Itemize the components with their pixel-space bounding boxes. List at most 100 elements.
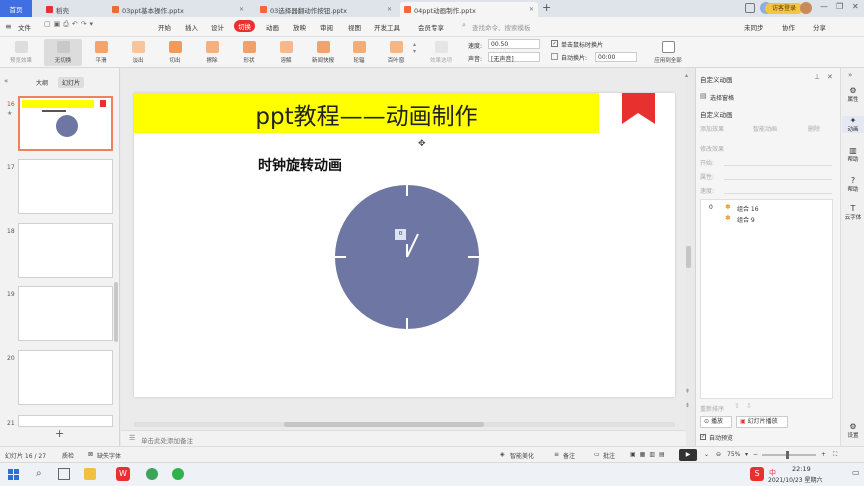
zoom-level[interactable]: 75% — [727, 451, 740, 458]
delete-button[interactable]: 删除 — [808, 124, 820, 133]
sidebar-cloud-font[interactable]: T 云字体 — [842, 204, 864, 221]
notes-toggle[interactable]: 备注 — [563, 451, 575, 460]
share-button[interactable]: 分享 — [813, 22, 826, 32]
menu-developer[interactable]: 开发工具 — [374, 22, 400, 32]
zoom-plus-icon[interactable]: + — [821, 451, 826, 458]
expand-icon[interactable]: » — [848, 71, 852, 79]
slide-thumb-17[interactable] — [18, 159, 113, 214]
effect-fade[interactable]: 淡出 — [125, 39, 151, 66]
effect-shape[interactable]: 形状 — [236, 39, 262, 66]
file-explorer-icon[interactable] — [84, 468, 96, 480]
clock-time[interactable]: 22:19 — [792, 465, 811, 473]
zoom-out-icon[interactable]: ⊖ — [716, 451, 721, 458]
tab-outline[interactable]: 大纲 — [36, 78, 48, 87]
slide-thumb-21[interactable] — [18, 415, 113, 427]
fit-window-icon[interactable]: ⛶ — [833, 451, 837, 459]
h-scroll-thumb[interactable] — [284, 422, 484, 427]
scroll-up-icon[interactable]: ▴ — [685, 72, 688, 79]
preview-effect-button[interactable]: 预览效果 — [8, 39, 34, 66]
search-taskbar-icon[interactable]: ⌕ — [36, 468, 42, 479]
pin-icon[interactable]: ⊥ — [814, 73, 820, 81]
tab-slides[interactable]: 幻灯片 — [58, 77, 85, 88]
menu-member[interactable]: 会员专享 — [418, 22, 444, 32]
menu-transition[interactable]: 切换 — [234, 20, 255, 32]
auto-preview-checkbox[interactable]: ✓ — [700, 434, 706, 440]
missing-font[interactable]: 缺失字体 — [97, 451, 121, 460]
slideshow-button[interactable]: ▣ 幻灯片播放 — [736, 416, 788, 428]
wps-icon[interactable]: W — [116, 467, 130, 481]
close-icon[interactable]: ✕ — [235, 6, 244, 13]
comments-toggle[interactable]: 批注 — [603, 451, 615, 460]
move-down-icon[interactable]: ⇩ — [746, 402, 752, 410]
tab-home[interactable]: 首页 — [0, 0, 32, 17]
speed-input[interactable]: 00.50 — [488, 39, 540, 49]
close-window-icon[interactable]: ✕ — [852, 2, 859, 11]
slide-thumb-20[interactable] — [18, 350, 113, 405]
zoom-minus-icon[interactable]: − — [753, 451, 758, 458]
tab-docer[interactable]: 稻壳 — [42, 2, 102, 17]
login-badge[interactable]: 访客登录 — [765, 3, 803, 14]
apply-all-button[interactable]: 应用到全部 — [648, 39, 688, 66]
tab-doc-active[interactable]: 04ppt动画制作.pptx ✕ — [400, 2, 538, 17]
menu-animation[interactable]: 动画 — [266, 22, 279, 32]
collaborate-button[interactable]: 协作 — [782, 22, 795, 32]
browser-icon[interactable] — [146, 468, 158, 480]
sidebar-animation[interactable]: ✦ 动画 — [842, 116, 864, 133]
prev-slide-icon[interactable]: ⇞ — [685, 388, 690, 395]
menu-design[interactable]: 设计 — [211, 22, 224, 32]
maximize-icon[interactable]: ❐ — [836, 2, 843, 11]
smart-animation-button[interactable]: 智能动画 — [753, 124, 777, 133]
hamburger-icon[interactable]: ≡ — [5, 22, 12, 31]
effect-smooth[interactable]: 平滑 — [88, 39, 114, 66]
effect-dissolve[interactable]: 溶解 — [273, 39, 299, 66]
canvas-v-scrollbar[interactable]: ▴ ⇞ ⇟ — [685, 68, 693, 418]
effect-none[interactable]: 无切换 — [44, 39, 82, 66]
play-button[interactable]: ⊙ 播放 — [700, 416, 732, 428]
animation-order-tag[interactable]: 0 — [395, 229, 406, 240]
speed-select[interactable] — [724, 184, 832, 194]
slide-subtitle[interactable]: 时钟旋转动画 — [258, 155, 342, 175]
sogou-ime-icon[interactable]: S — [750, 467, 764, 481]
zoom-slider[interactable] — [762, 451, 816, 459]
close-icon[interactable]: ✕ — [383, 6, 392, 13]
minimize-icon[interactable]: — — [820, 2, 828, 11]
next-slide-icon[interactable]: ⇟ — [685, 402, 690, 409]
menu-file[interactable]: 文件 — [18, 22, 31, 32]
effect-wipe[interactable]: 擦除 — [199, 39, 225, 66]
collapse-panel-icon[interactable]: « — [4, 77, 8, 85]
theme-name[interactable]: 质检 — [62, 451, 74, 460]
slide-title[interactable]: ppt教程——动画制作 — [134, 97, 599, 131]
menu-review[interactable]: 审阅 — [320, 22, 333, 32]
anim-item-label[interactable]: 组合 9 — [737, 215, 755, 224]
sidebar-settings[interactable]: ⚙ 设置 — [842, 422, 864, 439]
search-input[interactable]: 查找命令、搜索模板 — [472, 22, 531, 32]
sync-status[interactable]: 未同步 — [744, 22, 764, 32]
sound-select[interactable]: [无声音] — [488, 52, 540, 63]
smart-beautify-button[interactable]: 智能美化 — [510, 451, 534, 460]
sidebar-property[interactable]: ⚙ 属性 — [842, 86, 864, 103]
auto-advance-time[interactable]: 00:00 — [595, 52, 637, 62]
notes-pane[interactable]: ☰ 单击此处添加备注 — [121, 430, 686, 446]
menu-slideshow[interactable]: 放映 — [293, 22, 306, 32]
notes-placeholder[interactable]: 单击此处添加备注 — [141, 435, 193, 445]
move-up-icon[interactable]: ⇧ — [734, 402, 740, 410]
slide-16[interactable]: ppt教程——动画制作 时钟旋转动画 0 ✥ — [134, 93, 675, 397]
clock-date[interactable]: 2021/10/23 星期六 — [768, 475, 823, 484]
canvas-h-scrollbar[interactable] — [134, 422, 675, 427]
close-pane-icon[interactable]: ✕ — [827, 73, 833, 81]
add-slide-button[interactable]: + — [55, 427, 64, 440]
ribbon-scroll-icon[interactable]: ▴ ▾ — [413, 41, 416, 55]
notification-icon[interactable]: ▭ — [852, 468, 860, 477]
menu-view[interactable]: 视图 — [348, 22, 361, 32]
sidebar-help-2[interactable]: ? 帮助 — [842, 176, 864, 193]
quick-access-icons[interactable]: ▢▣⎙↶↷▾ — [44, 20, 96, 29]
clock-graphic[interactable] — [334, 184, 480, 330]
slide-thumb-18[interactable] — [18, 223, 113, 278]
v-scroll-thumb[interactable] — [686, 246, 691, 268]
add-effect-button[interactable]: 添加效果 — [700, 124, 724, 133]
tab-doc-1[interactable]: 03ppt基本操作.pptx ✕ — [108, 2, 248, 17]
zoom-slider-thumb[interactable] — [786, 451, 789, 459]
animation-list[interactable]: 0 ✱ 组合 16 ✱ 组合 9 — [700, 199, 833, 399]
windows-start-icon[interactable] — [8, 469, 19, 480]
effect-blinds[interactable]: 百叶窗 — [383, 39, 409, 66]
